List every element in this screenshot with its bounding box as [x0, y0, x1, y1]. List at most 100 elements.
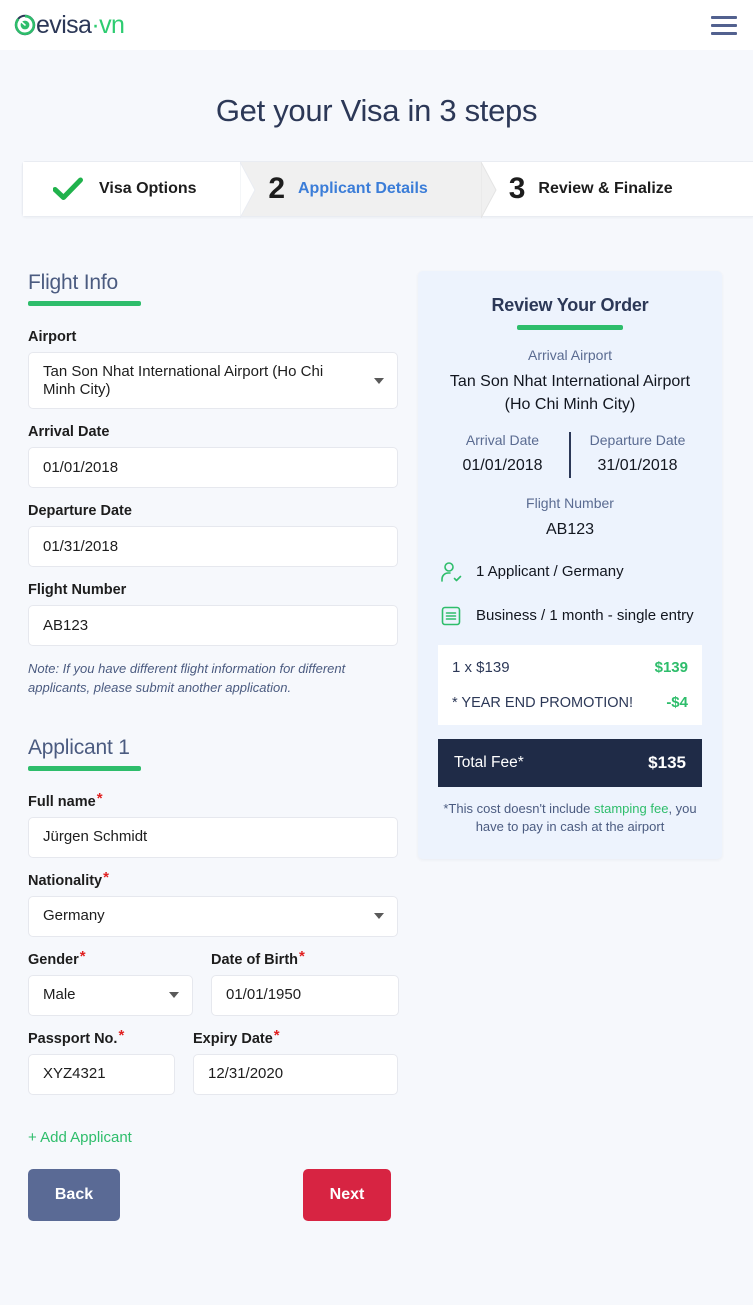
order-departure-date-label: Departure Date: [589, 432, 686, 449]
brand-name: evisa ·vn: [36, 10, 125, 39]
order-arrival-date-label: Arrival Date: [465, 432, 540, 449]
field-arrival-date: Arrival Date 01/01/2018: [28, 423, 418, 488]
airport-label: Airport: [28, 329, 77, 345]
step-number: 2: [268, 172, 285, 205]
order-visa-text: Business / 1 month - single entry: [476, 607, 694, 624]
arrival-airport-value: Tan Son Nhat International Airport (Ho C…: [449, 373, 691, 414]
price-line-promo: * YEAR END PROMOTION! -$4: [452, 694, 688, 711]
flight-number-value: AB123: [43, 616, 89, 634]
hamburger-bar: [711, 23, 737, 27]
passport-no-input[interactable]: XYZ4321: [28, 1053, 175, 1095]
nationality-label-text: Nationality: [28, 872, 103, 889]
order-arrival-date: Arrival Date 01/01/2018: [438, 432, 567, 477]
review-order-card: Review Your Order Arrival Airport Tan So…: [418, 271, 722, 859]
nationality-value: Germany: [43, 907, 105, 925]
step-label: Applicant Details: [298, 180, 428, 197]
stamping-fee-link[interactable]: stamping fee: [594, 801, 668, 816]
add-applicant-link[interactable]: + Add Applicant: [28, 1129, 132, 1146]
field-gender: Gender* Male: [28, 949, 193, 1016]
gender-label: Gender*: [28, 949, 86, 968]
total-fee-bar: Total Fee* $135: [438, 739, 702, 788]
order-summary-column: Review Your Order Arrival Airport Tan So…: [418, 271, 753, 1147]
price-line-label: 1 x $139: [452, 659, 510, 677]
departure-date-value: 01/31/2018: [43, 537, 119, 555]
required-asterisk: *: [299, 947, 305, 965]
required-asterisk: *: [103, 868, 109, 886]
user-check-icon: [438, 560, 464, 584]
order-applicants-text: 1 Applicant / Germany: [476, 562, 624, 580]
applicant-section-header: Applicant 1: [28, 736, 418, 771]
page-title: Get your Visa in 3 steps: [215, 93, 538, 128]
stamping-fee-note: *This cost doesn't include stamping fee,…: [438, 800, 702, 836]
field-expiry-date: Expiry Date* 12/31/2020: [193, 1026, 398, 1095]
nationality-select[interactable]: Germany: [28, 895, 398, 937]
departure-date-input[interactable]: 01/31/2018: [28, 526, 398, 567]
arrival-airport-label: Arrival Airport: [527, 347, 613, 363]
main-content: Flight Info Airport Tan Son Nhat Interna…: [0, 271, 753, 1147]
evisa-circle-logo-icon: [14, 14, 36, 36]
full-name-label-text: Full name: [28, 793, 96, 810]
check-icon: [53, 177, 83, 201]
full-name-input[interactable]: Jürgen Schmidt: [28, 816, 398, 858]
dob-value: 01/01/1950: [226, 986, 302, 1004]
step-applicant-details[interactable]: 2 Applicant Details: [240, 162, 497, 218]
airport-value: Tan Son Nhat International Airport (Ho C…: [43, 362, 324, 398]
step-visa-options[interactable]: Visa Options: [23, 162, 256, 218]
document-list-icon: [438, 605, 464, 627]
section-underline: [28, 765, 141, 771]
next-button[interactable]: Next: [303, 1168, 391, 1221]
arrival-date-input[interactable]: 01/01/2018: [28, 447, 398, 488]
back-button[interactable]: Back: [28, 1168, 120, 1221]
order-flight-number-label: Flight Number: [526, 494, 614, 511]
order-arrival-date-value: 01/01/2018: [462, 457, 543, 475]
nationality-label: Nationality*: [28, 870, 109, 889]
promo-amount: -$4: [666, 694, 688, 712]
arrival-date-value: 01/01/2018: [43, 458, 119, 476]
step-chevron-icon: [480, 162, 497, 218]
airport-select[interactable]: Tan Son Nhat International Airport (Ho C…: [28, 352, 398, 409]
hamburger-menu-icon[interactable]: [711, 14, 737, 36]
required-asterisk: *: [273, 1026, 280, 1044]
hamburger-bar: [711, 31, 737, 35]
brand-name-tld: ·vn: [91, 10, 125, 39]
field-full-name: Full name* Jürgen Schmidt: [28, 791, 418, 858]
passport-expiry-row: Passport No. * XYZ4321 Expiry Date* 12/31…: [28, 1026, 418, 1109]
flight-number-input[interactable]: AB123: [28, 605, 398, 646]
field-date-of-birth: Date of Birth* 01/01/1950: [211, 947, 399, 1016]
hamburger-bar: [711, 15, 737, 19]
vertical-divider: [569, 432, 571, 478]
field-departure-date: Departure Date 01/31/2018: [28, 502, 418, 567]
full-name-label: Full name*: [28, 791, 103, 810]
date-of-birth-input[interactable]: 01/01/1950: [211, 974, 399, 1016]
price-line-base: 1 x $139 $139: [452, 659, 688, 676]
gender-value: Male: [43, 986, 76, 1004]
order-dates-row: Arrival Date 01/01/2018 Departure Date 3…: [438, 432, 702, 478]
required-asterisk: *: [79, 947, 86, 965]
step-label: Visa Options: [99, 180, 197, 197]
order-visa-row: Business / 1 month - single entry: [438, 603, 702, 629]
section-title: Flight Info: [28, 271, 119, 294]
order-title: Review Your Order: [491, 295, 649, 315]
total-fee-amount: $135: [648, 753, 686, 773]
step-label: Review & Finalize: [538, 180, 673, 197]
step-chevron-icon: [240, 162, 256, 218]
fine-print-pre: *This cost doesn't include: [443, 801, 594, 817]
progress-stepper: Visa Options 2 Applicant Details 3 Revie…: [22, 161, 753, 218]
order-title-underline: [517, 325, 623, 330]
gender-select[interactable]: Male: [28, 974, 193, 1016]
expiry-date-input[interactable]: 12/31/2020: [193, 1053, 398, 1095]
passport-label-text: Passport No.: [28, 1030, 118, 1047]
arrival-date-label: Arrival Date: [28, 424, 110, 440]
chevron-down-icon: [374, 913, 384, 920]
brand-logo[interactable]: evisa ·vn: [14, 10, 125, 39]
chevron-down-icon: [374, 377, 384, 384]
section-title: Applicant 1: [28, 735, 130, 759]
form-actions: Back Next: [0, 1168, 753, 1221]
order-flight-number-value: AB123: [545, 520, 595, 538]
gender-label-text: Gender: [28, 951, 79, 968]
field-airport: Airport Tan Son Nhat International Airpo…: [28, 328, 418, 409]
price-line-amount: $139: [654, 659, 688, 677]
step-number: 3: [508, 172, 526, 205]
departure-date-label: Departure Date: [28, 503, 132, 519]
step-review-finalize[interactable]: 3 Review & Finalize: [480, 162, 753, 216]
